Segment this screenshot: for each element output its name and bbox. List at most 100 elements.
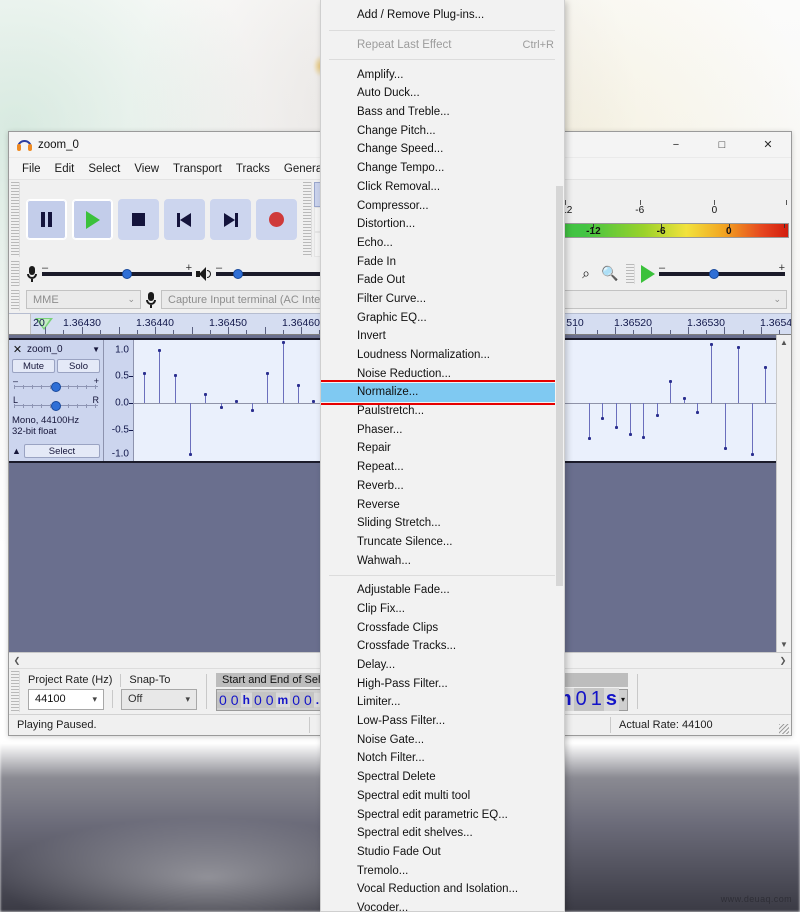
record-button[interactable] [256,199,297,240]
menu-item-fade-out[interactable]: Fade Out [321,271,564,290]
menu-scrollbar[interactable] [555,0,564,911]
menu-item-change-speed[interactable]: Change Speed... [321,140,564,159]
mixer-toolbar-grip[interactable] [11,261,20,286]
menu-item-invert[interactable]: Invert [321,327,564,346]
selection-controls-row: 44100 ▾ Off ▾ [28,688,197,710]
maximize-icon[interactable]: □ [699,132,745,158]
menu-item-echo[interactable]: Echo... [321,234,564,253]
menu-item-tremolo[interactable]: Tremolo... [321,861,564,880]
snap-to-combo[interactable]: Off ▾ [121,688,197,710]
project-rate-combo[interactable]: 44100 ▾ [28,688,104,710]
menu-item-change-pitch[interactable]: Change Pitch... [321,121,564,140]
recording-volume-slider[interactable]: – + [42,262,192,283]
menu-item-repeat[interactable]: Repeat... [321,458,564,477]
menu-item-graphic-eq[interactable]: Graphic EQ... [321,308,564,327]
track-name[interactable]: zoom_0 [27,344,88,355]
menu-item-reverb[interactable]: Reverb... [321,477,564,496]
track-info-line1: Mono, 44100Hz [12,415,80,426]
menu-item-click-removal[interactable]: Click Removal... [321,178,564,197]
menu-select[interactable]: Select [81,159,127,179]
selection-toolbar-grip[interactable] [11,671,20,712]
scroll-left-icon[interactable]: ❮ [9,656,25,665]
menu-item-notch-filter[interactable]: Notch Filter... [321,749,564,768]
menu-item-label: Adjustable Fade... [357,584,450,597]
menu-item-spectral-edit-shelves[interactable]: Spectral edit shelves... [321,824,564,843]
menu-item-reverse[interactable]: Reverse [321,495,564,514]
menu-item-paulstretch[interactable]: Paulstretch... [321,402,564,421]
play-button[interactable] [72,199,113,240]
menu-item-normalize[interactable]: Normalize... [321,383,564,402]
zoom-in-icon[interactable]: 🔍 [600,264,620,284]
menu-item-truncate-silence[interactable]: Truncate Silence... [321,533,564,552]
menu-item-adjustable-fade[interactable]: Adjustable Fade... [321,581,564,600]
menu-edit[interactable]: Edit [48,159,82,179]
collapse-track-icon[interactable]: ▲ [12,446,21,456]
waveform-sample-point [642,435,646,439]
menu-item-distortion[interactable]: Distortion... [321,215,564,234]
menu-item-label: Spectral edit shelves... [357,827,473,840]
menu-tracks[interactable]: Tracks [229,159,277,179]
menu-item-compressor[interactable]: Compressor... [321,196,564,215]
scroll-up-icon[interactable]: ▲ [777,335,791,350]
menu-item-wahwah[interactable]: Wahwah... [321,551,564,570]
pause-button[interactable] [26,199,67,240]
zoom-out-icon[interactable]: ⌕ [576,264,596,284]
menu-item-change-tempo[interactable]: Change Tempo... [321,159,564,178]
solo-button[interactable]: Solo [57,359,100,373]
track-pan-slider[interactable]: L R [12,395,100,411]
menu-item-spectral-delete[interactable]: Spectral Delete [321,768,564,787]
track-menu-chevron-icon[interactable]: ▼ [92,345,100,354]
device-toolbar-grip[interactable] [11,290,20,311]
menu-item-delay[interactable]: Delay... [321,656,564,675]
menu-item-loudness-normalization[interactable]: Loudness Normalization... [321,346,564,365]
menu-item-add-remove-plug-ins[interactable]: Add / Remove Plug-ins... [321,6,564,25]
select-track-button[interactable]: Select [23,444,100,458]
menu-item-spectral-edit-parametric-eq[interactable]: Spectral edit parametric EQ... [321,805,564,824]
menu-file[interactable]: File [15,159,48,179]
menu-item-vocal-reduction-and-isolation[interactable]: Vocal Reduction and Isolation... [321,880,564,899]
menu-item-low-pass-filter[interactable]: Low-Pass Filter... [321,712,564,731]
resize-grip-icon[interactable] [779,724,789,734]
minimize-icon[interactable]: − [653,132,699,158]
menu-item-amplify[interactable]: Amplify... [321,65,564,84]
play-small-icon[interactable] [641,264,655,283]
watermark: www.deuaq.com [720,894,792,904]
tools-toolbar-grip[interactable] [303,182,312,257]
menu-item-fade-in[interactable]: Fade In [321,252,564,271]
scroll-right-icon[interactable]: ❯ [775,656,791,665]
menu-item-repair[interactable]: Repair [321,439,564,458]
menu-item-filter-curve[interactable]: Filter Curve... [321,290,564,309]
transport-toolbar-grip[interactable] [11,182,20,257]
skip-to-start-button[interactable] [164,199,205,240]
menu-item-clip-fix[interactable]: Clip Fix... [321,600,564,619]
speed-toolbar-grip[interactable] [626,263,635,284]
waveform-sample-stem [629,402,631,435]
menu-item-sliding-stretch[interactable]: Sliding Stretch... [321,514,564,533]
menu-transport[interactable]: Transport [166,159,229,179]
menu-item-auto-duck[interactable]: Auto Duck... [321,84,564,103]
play-speed-slider[interactable]: – + [659,262,785,283]
mute-button[interactable]: Mute [12,359,55,373]
menu-item-bass-and-treble[interactable]: Bass and Treble... [321,103,564,122]
menu-item-vocoder[interactable]: Vocoder... [321,899,564,911]
waveform-sample-point [737,345,741,349]
track-gain-slider[interactable]: – + [12,376,100,392]
menu-item-noise-gate[interactable]: Noise Gate... [321,730,564,749]
vertical-scrollbar[interactable]: ▲ ▼ [776,335,791,652]
menu-item-crossfade-clips[interactable]: Crossfade Clips [321,618,564,637]
menu-item-spectral-edit-multi-tool[interactable]: Spectral edit multi tool [321,787,564,806]
menu-item-phaser[interactable]: Phaser... [321,420,564,439]
skip-to-end-button[interactable] [210,199,251,240]
menu-scroll-thumb[interactable] [556,186,563,586]
menu-view[interactable]: View [127,159,166,179]
menu-item-crossfade-tracks[interactable]: Crossfade Tracks... [321,637,564,656]
stop-button[interactable] [118,199,159,240]
track-close-icon[interactable]: ✕ [12,343,23,356]
menu-item-limiter[interactable]: Limiter... [321,693,564,712]
scroll-down-icon[interactable]: ▼ [777,637,791,652]
audio-host-combo[interactable]: MME ⌄ [26,290,141,309]
close-icon[interactable]: ✕ [745,132,791,158]
menu-item-high-pass-filter[interactable]: High-Pass Filter... [321,674,564,693]
menu-item-studio-fade-out[interactable]: Studio Fade Out [321,843,564,862]
menu-item-noise-reduction[interactable]: Noise Reduction... [321,364,564,383]
